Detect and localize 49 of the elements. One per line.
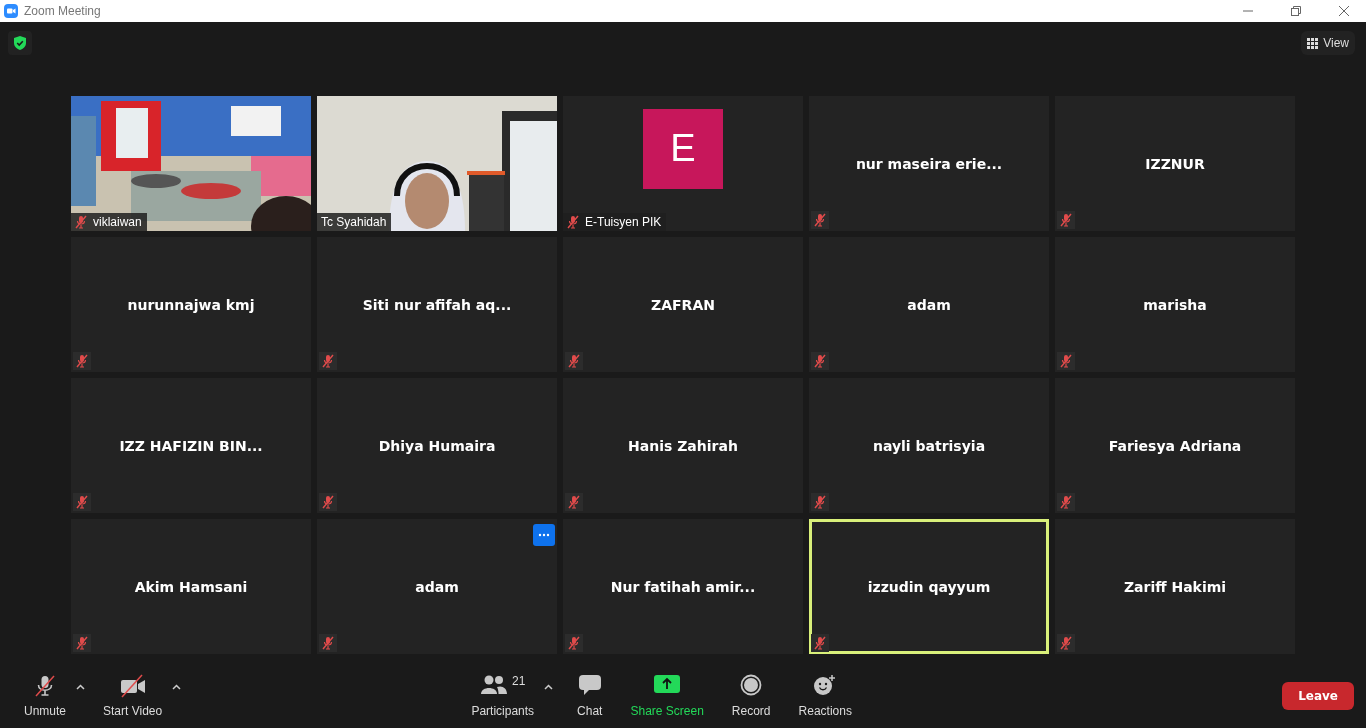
avatar-initial: E	[643, 108, 723, 189]
participant-name: nur maseira erie...	[855, 155, 1003, 172]
participants-button[interactable]: 21 Participants	[467, 670, 539, 722]
name-label: E-Tuisyen PIK	[563, 213, 667, 231]
muted-microphone-icon	[33, 674, 57, 698]
caret-icon[interactable]	[544, 684, 554, 690]
name-label: viklaiwan	[71, 213, 147, 231]
ellipsis-icon	[538, 533, 550, 537]
participant-name: nayli batrisyia	[872, 437, 986, 454]
participant-name: Fariesya Adriana	[1108, 437, 1242, 454]
participant-count: 21	[512, 674, 526, 688]
restore-icon[interactable]	[1290, 5, 1302, 17]
window-title: Zoom Meeting	[24, 4, 101, 18]
caret-icon[interactable]	[76, 684, 86, 690]
participant-name: izzudin qayyum	[867, 578, 991, 595]
smiley-plus-icon	[813, 674, 838, 696]
share-screen-icon	[654, 674, 681, 694]
participant-name: marisha	[1143, 296, 1207, 313]
name-label: Tc Syahidah	[317, 213, 392, 231]
start-video-button[interactable]: Start Video	[99, 670, 167, 722]
participant-name: Zariff Hakimi	[1123, 578, 1227, 595]
participant-name: Hanis Zahirah	[628, 437, 738, 454]
caret-icon[interactable]	[172, 684, 182, 690]
participant-name: IZZ HAFIZIN BIN...	[119, 437, 263, 454]
participant-name: Nur fatihah amir...	[610, 578, 756, 595]
video-camera-off-icon	[118, 674, 147, 698]
reactions-button[interactable]: Reactions	[794, 670, 856, 722]
participant-name: Siti nur afifah aq...	[362, 296, 512, 313]
unmute-button[interactable]: Unmute	[20, 670, 71, 722]
leave-button[interactable]: Leave	[1282, 682, 1354, 710]
participant-name: nurunnajwa kmj	[127, 296, 255, 313]
grid-icon	[1307, 37, 1319, 49]
share-screen-button[interactable]: Share Screen	[626, 670, 708, 722]
chat-button[interactable]: Chat	[573, 670, 607, 722]
participant-name: adam	[907, 296, 951, 313]
people-icon	[480, 674, 509, 696]
participant-name: Dhiya Humaira	[378, 437, 496, 454]
more-options-button[interactable]	[533, 524, 555, 546]
app-logo-icon	[4, 4, 18, 18]
view-button[interactable]: View	[1301, 31, 1355, 55]
participant-name: ZAFRAN	[651, 296, 715, 313]
participant-name: IZZNUR	[1145, 155, 1205, 172]
security-shield-icon[interactable]	[8, 31, 32, 55]
speech-bubble-icon	[577, 674, 602, 696]
close-icon[interactable]	[1338, 5, 1350, 17]
participant-name: Akim Hamsani	[134, 578, 248, 595]
record-icon	[740, 674, 763, 696]
participant-name: adam	[415, 578, 459, 595]
record-button[interactable]: Record	[727, 670, 775, 722]
